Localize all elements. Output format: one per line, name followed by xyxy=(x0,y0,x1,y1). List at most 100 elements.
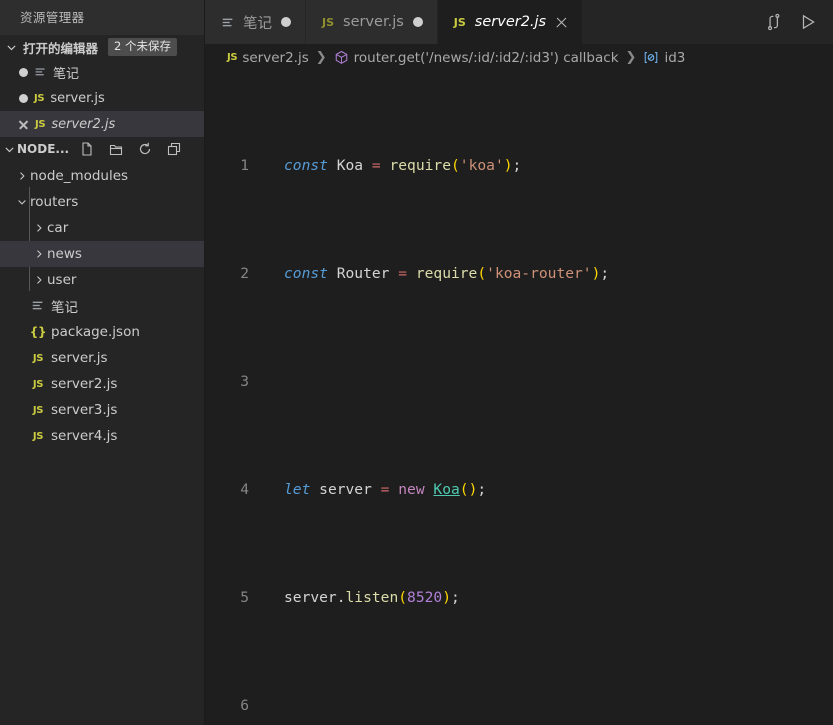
breadcrumb-label: router.get('/news/:id/:id2/:id3') callba… xyxy=(353,49,619,66)
line-number: 5 xyxy=(240,589,249,606)
line-number: 3 xyxy=(240,373,249,390)
chevron-right-icon xyxy=(31,248,47,260)
tab-label: server2.js xyxy=(474,14,547,30)
code-line[interactable]: 4 let server = new Koa(); xyxy=(205,476,833,503)
tree-item-server2-js[interactable]: JS server2.js xyxy=(0,371,204,397)
tree-item-package-json[interactable]: {} package.json xyxy=(0,319,204,345)
chevron-right-icon xyxy=(31,222,47,234)
new-file-icon[interactable] xyxy=(79,141,95,157)
refresh-icon[interactable] xyxy=(137,141,153,157)
breadcrumb-label: id3 xyxy=(664,49,686,66)
open-editors-header[interactable]: 打开的编辑器 2 个未保存 xyxy=(0,35,204,59)
markdown-icon xyxy=(30,299,46,313)
tab-label: 笔记 xyxy=(243,15,272,32)
code-line[interactable]: 6 xyxy=(205,692,833,719)
js-icon: JS xyxy=(227,52,238,63)
open-editor-item-server2-js[interactable]: JS server2.js xyxy=(0,111,204,137)
explorer-folder-header[interactable]: NODE... xyxy=(0,137,204,161)
chevron-right-icon: ❯ xyxy=(315,50,327,65)
breadcrumb-item-file[interactable]: JS server2.js xyxy=(227,50,309,66)
open-editor-label: server.js xyxy=(50,90,105,106)
chevron-down-icon xyxy=(2,142,17,157)
file-tree: node_modules routers car news user 笔记 {}… xyxy=(0,161,204,725)
code-text: const Router = require('koa-router'); xyxy=(284,265,610,282)
tab-bar-actions xyxy=(765,0,833,44)
js-icon: JS xyxy=(34,92,45,104)
dirty-dot-icon xyxy=(19,67,28,77)
tree-item-car[interactable]: car xyxy=(0,215,204,241)
code-line[interactable]: 1 const Koa = require('koa'); xyxy=(205,152,833,179)
open-editors-label: 打开的编辑器 xyxy=(23,40,99,56)
markdown-icon xyxy=(221,16,234,29)
sidebar: 资源管理器 打开的编辑器 2 个未保存 笔记 JS server.js JS s… xyxy=(0,0,205,725)
code-text: let server = new Koa(); xyxy=(284,481,487,498)
tab-server2-js[interactable]: JS server2.js xyxy=(437,0,584,44)
open-editor-item-notes[interactable]: 笔记 xyxy=(0,59,204,85)
open-editor-label: 笔记 xyxy=(53,66,80,82)
tab-server-js[interactable]: JS server.js xyxy=(306,0,438,44)
dirty-dot-icon[interactable] xyxy=(281,17,291,27)
code-text: const Koa = require('koa'); xyxy=(284,157,522,174)
open-editor-item-server-js[interactable]: JS server.js xyxy=(0,85,204,111)
tree-item-routers[interactable]: routers xyxy=(0,189,204,215)
chevron-right-icon xyxy=(31,274,47,286)
explorer-actions xyxy=(79,141,182,157)
js-icon: JS xyxy=(35,118,46,130)
split-editor-icon[interactable] xyxy=(765,13,783,31)
explorer-folder-label: NODE... xyxy=(17,142,70,156)
line-number: 6 xyxy=(240,697,249,714)
code-line[interactable]: 2 const Router = require('koa-router'); xyxy=(205,260,833,287)
line-number: 1 xyxy=(240,157,249,174)
breadcrumb-item-method[interactable]: router.get('/news/:id/:id2/:id3') callba… xyxy=(334,50,619,66)
tree-item-server-js[interactable]: JS server.js xyxy=(0,345,204,371)
tab-bar: 笔记 JS server.js JS server2.js xyxy=(205,0,833,44)
chevron-right-icon xyxy=(14,170,30,182)
code-line[interactable]: 3 xyxy=(205,368,833,395)
run-icon[interactable] xyxy=(799,13,817,31)
markdown-icon xyxy=(34,66,47,79)
js-icon: JS xyxy=(453,15,466,29)
tree-item-label: node_modules xyxy=(30,168,129,184)
tab-bar-spacer xyxy=(583,0,765,44)
tab-notes[interactable]: 笔记 xyxy=(205,0,306,44)
tree-item-notes[interactable]: 笔记 xyxy=(0,293,204,319)
close-icon[interactable] xyxy=(555,16,568,29)
tree-item-news[interactable]: news xyxy=(0,241,204,267)
tree-item-label: server.js xyxy=(51,350,108,366)
open-editor-label: server2.js xyxy=(51,116,116,132)
tree-item-label: 笔记 xyxy=(51,300,78,316)
code-line[interactable]: 5 server.listen(8520); xyxy=(205,584,833,611)
dirty-dot-icon xyxy=(19,93,28,103)
chevron-right-icon: ❯ xyxy=(625,50,637,65)
tree-item-server3-js[interactable]: JS server3.js xyxy=(0,397,204,423)
dirty-dot-icon[interactable] xyxy=(412,17,423,27)
breadcrumb-item-variable[interactable]: id3 xyxy=(643,50,685,66)
tree-item-node_modules[interactable]: node_modules xyxy=(0,163,204,189)
tree-item-label: server2.js xyxy=(51,376,118,392)
tab-label: server.js xyxy=(343,14,404,30)
tree-item-label: car xyxy=(47,220,69,236)
collapse-all-icon[interactable] xyxy=(166,141,182,157)
vscode-window: 资源管理器 打开的编辑器 2 个未保存 笔记 JS server.js JS s… xyxy=(0,0,833,725)
tree-item-label: routers xyxy=(30,194,79,210)
tree-item-server4-js[interactable]: JS server4.js xyxy=(0,423,204,449)
tree-item-label: user xyxy=(47,272,77,288)
tree-item-user[interactable]: user xyxy=(0,267,204,293)
close-icon[interactable] xyxy=(18,119,29,130)
sidebar-title: 资源管理器 xyxy=(0,0,204,35)
line-number: 4 xyxy=(240,481,249,498)
editor-area: 笔记 JS server.js JS server2.js JS server2… xyxy=(205,0,833,725)
js-icon: JS xyxy=(32,404,44,416)
js-icon: JS xyxy=(32,378,44,390)
variable-icon xyxy=(643,50,659,65)
code-editor[interactable]: 1 const Koa = require('koa'); 2 const Ro… xyxy=(205,71,833,725)
json-icon: {} xyxy=(29,325,47,339)
js-icon: JS xyxy=(32,352,44,364)
breadcrumb-label: server2.js xyxy=(242,49,309,66)
line-number: 2 xyxy=(240,265,249,282)
code-content: 1 const Koa = require('koa'); 2 const Ro… xyxy=(205,71,833,725)
tree-item-label: server4.js xyxy=(51,428,118,444)
new-folder-icon[interactable] xyxy=(108,141,124,157)
